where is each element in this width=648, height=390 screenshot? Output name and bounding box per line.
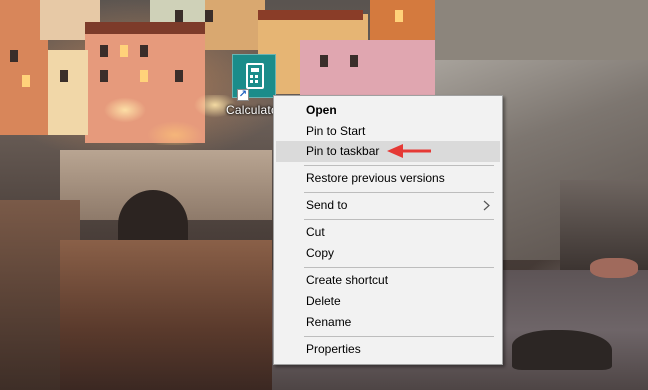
menu-item-label: Copy — [306, 246, 335, 260]
wallpaper-window — [395, 10, 403, 22]
wallpaper-rocks — [60, 240, 272, 390]
wallpaper-building — [48, 50, 88, 135]
menu-item-cut[interactable]: Cut — [276, 222, 500, 243]
wallpaper-window — [22, 75, 30, 87]
menu-item-label: Cut — [306, 225, 325, 239]
shortcut-arrow-icon: ↗ — [237, 89, 249, 101]
menu-item-label: Open — [306, 103, 337, 117]
wallpaper-window — [175, 70, 183, 82]
menu-item-restore-previous-versions[interactable]: Restore previous versions — [276, 168, 500, 189]
wallpaper-window — [60, 70, 68, 82]
wallpaper-window — [10, 50, 18, 62]
wallpaper-building — [300, 40, 435, 95]
menu-separator — [304, 219, 494, 220]
menu-separator — [304, 336, 494, 337]
wallpaper-window — [140, 70, 148, 82]
menu-item-properties[interactable]: Properties — [276, 339, 500, 360]
calculator-screen-glyph — [251, 68, 259, 72]
menu-item-send-to[interactable]: Send to — [276, 195, 500, 216]
menu-item-rename[interactable]: Rename — [276, 312, 500, 333]
menu-item-open[interactable]: Open — [276, 100, 500, 121]
wallpaper-window — [205, 10, 213, 22]
wallpaper-window — [350, 55, 358, 67]
menu-item-delete[interactable]: Delete — [276, 291, 500, 312]
calculator-key-glyph — [250, 75, 253, 78]
menu-item-label: Delete — [306, 294, 341, 308]
wallpaper-window — [140, 45, 148, 57]
menu-item-label: Pin to taskbar — [306, 144, 380, 158]
calculator-key-glyph — [255, 80, 258, 83]
menu-item-label: Properties — [306, 342, 361, 356]
menu-item-label: Restore previous versions — [306, 171, 445, 185]
menu-item-copy[interactable]: Copy — [276, 243, 500, 264]
menu-item-label: Send to — [306, 198, 348, 212]
calculator-key-glyph — [255, 75, 258, 78]
wallpaper-roof — [85, 22, 205, 34]
wallpaper-window — [175, 10, 183, 22]
wallpaper-window — [120, 45, 128, 57]
menu-separator — [304, 267, 494, 268]
wallpaper-rock — [590, 258, 638, 278]
menu-separator — [304, 192, 494, 193]
wallpaper-window — [100, 45, 108, 57]
wallpaper-window — [320, 55, 328, 67]
menu-item-label: Pin to Start — [306, 124, 366, 138]
wallpaper-window — [100, 70, 108, 82]
annotation-arrow-icon — [387, 144, 431, 158]
calculator-glyph — [246, 63, 264, 89]
menu-separator — [304, 165, 494, 166]
chevron-right-icon — [483, 200, 490, 211]
wallpaper-rock — [512, 330, 612, 370]
menu-item-create-shortcut[interactable]: Create shortcut — [276, 270, 500, 291]
wallpaper-roof — [258, 10, 363, 20]
context-menu: Open Pin to Start Pin to taskbar Restore… — [273, 95, 503, 365]
menu-item-pin-to-start[interactable]: Pin to Start — [276, 121, 500, 142]
wallpaper-building — [205, 0, 265, 50]
calculator-icon: ↗ — [232, 54, 276, 101]
menu-item-label: Rename — [306, 315, 352, 329]
menu-item-label: Create shortcut — [306, 273, 389, 287]
wallpaper-cliff — [560, 180, 648, 270]
calculator-key-glyph — [250, 80, 253, 83]
